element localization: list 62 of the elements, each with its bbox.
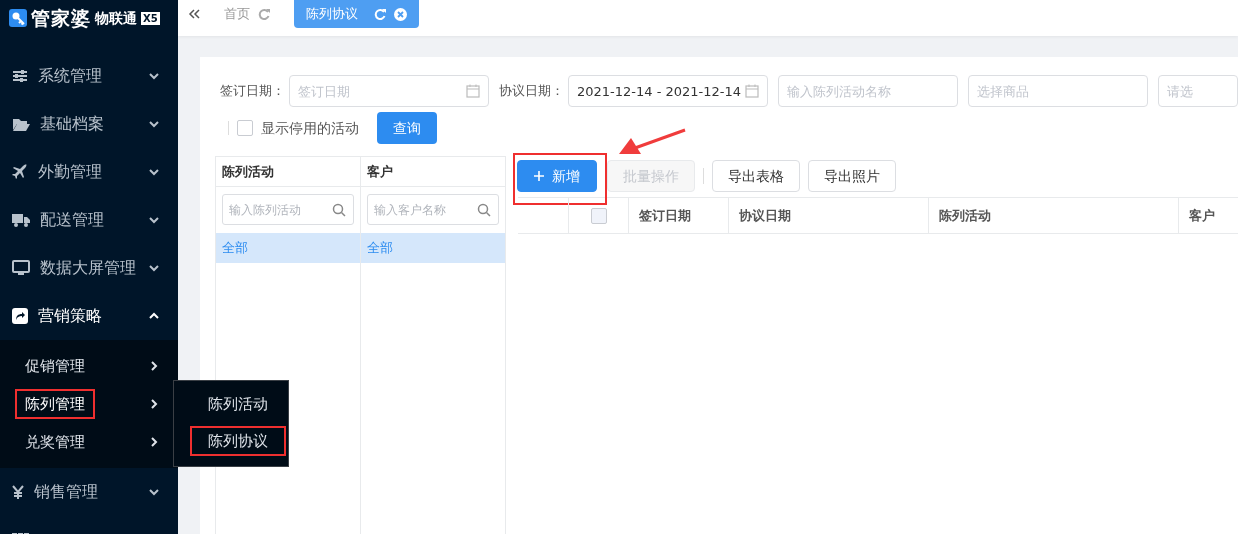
submenu-item[interactable]: 兑奖管理: [15, 426, 95, 458]
chevron-down-icon: [148, 70, 160, 82]
collapse-icon[interactable]: [188, 8, 200, 20]
column-header: 签订日期: [628, 198, 728, 233]
input-field[interactable]: 输入陈列活动名称: [778, 75, 958, 107]
close-icon[interactable]: [394, 7, 407, 21]
chevron-down-icon: [148, 262, 160, 274]
select-all-checkbox[interactable]: [591, 207, 607, 224]
search-field[interactable]: 输入陈列活动: [222, 194, 354, 225]
date-field[interactable]: 签订日期: [289, 75, 489, 107]
folder-icon: [12, 117, 30, 131]
calendar-icon: [745, 84, 759, 98]
chevron-down-icon: [148, 214, 160, 226]
chevron-down-icon: [148, 486, 160, 498]
chevron-down-icon: [148, 118, 160, 130]
yen-icon: [12, 485, 24, 499]
menu-item[interactable]: 营销策略: [0, 292, 178, 340]
column-header: 协议日期: [728, 198, 928, 233]
sliders-icon: [12, 69, 28, 83]
plus-icon: [534, 171, 544, 181]
chevron-down-icon: [148, 166, 160, 178]
column-header: 客户: [1178, 198, 1238, 233]
menu-item[interactable]: 数据大屏管理: [0, 244, 178, 292]
search-icon: [477, 203, 491, 217]
calendar-icon: [466, 84, 480, 98]
logo-text: 管家婆: [31, 5, 91, 31]
menu-item[interactable]: 销售管理: [0, 468, 178, 516]
refresh-icon: [374, 8, 386, 20]
input-field[interactable]: 请选: [1158, 75, 1238, 107]
submenu-item[interactable]: 促销管理: [15, 350, 95, 382]
menu-item[interactable]: 配送管理: [0, 196, 178, 244]
annotation-arrow: [619, 128, 686, 154]
menu-item[interactable]: 基础档案: [0, 100, 178, 148]
checkbox[interactable]: [237, 120, 253, 136]
monitor-icon: [12, 260, 30, 276]
chevron-right-icon: [148, 436, 160, 448]
share-icon: [12, 308, 28, 324]
pane-title: 陈列活动: [216, 157, 360, 187]
pane-title: 客户: [361, 157, 505, 187]
date-field[interactable]: 2021-12-14 - 2021-12-14: [568, 75, 768, 107]
refresh-icon: [258, 8, 270, 20]
menu-item[interactable]: 外勤管理: [0, 148, 178, 196]
checkbox-label: 显示停用的活动: [261, 118, 359, 138]
logo-badge: X5: [141, 11, 160, 25]
flyout-item[interactable]: 陈列协议: [190, 425, 286, 456]
search-field[interactable]: 输入客户名称: [367, 194, 499, 225]
logo-subtitle: 物联通: [95, 8, 137, 28]
menu-item[interactable]: 系统管理: [0, 52, 178, 100]
truck-icon: [12, 213, 30, 227]
key-logo-icon: [9, 9, 27, 27]
toolbar-button[interactable]: 导出照片: [808, 160, 896, 192]
filter-label: 协议日期：: [499, 82, 564, 101]
chevron-right-icon: [148, 398, 160, 410]
input-field[interactable]: 选择商品: [968, 75, 1148, 107]
flyout-item[interactable]: 陈列活动: [190, 389, 286, 420]
search-icon: [332, 203, 346, 217]
column-header: 陈列活动: [928, 198, 1178, 233]
plane-icon: [12, 164, 28, 180]
toolbar-button[interactable]: 导出表格: [712, 160, 800, 192]
submenu-item[interactable]: 陈列管理: [15, 388, 95, 420]
filter-label: 签订日期：: [220, 82, 285, 101]
chevron-right-icon: [148, 360, 160, 372]
